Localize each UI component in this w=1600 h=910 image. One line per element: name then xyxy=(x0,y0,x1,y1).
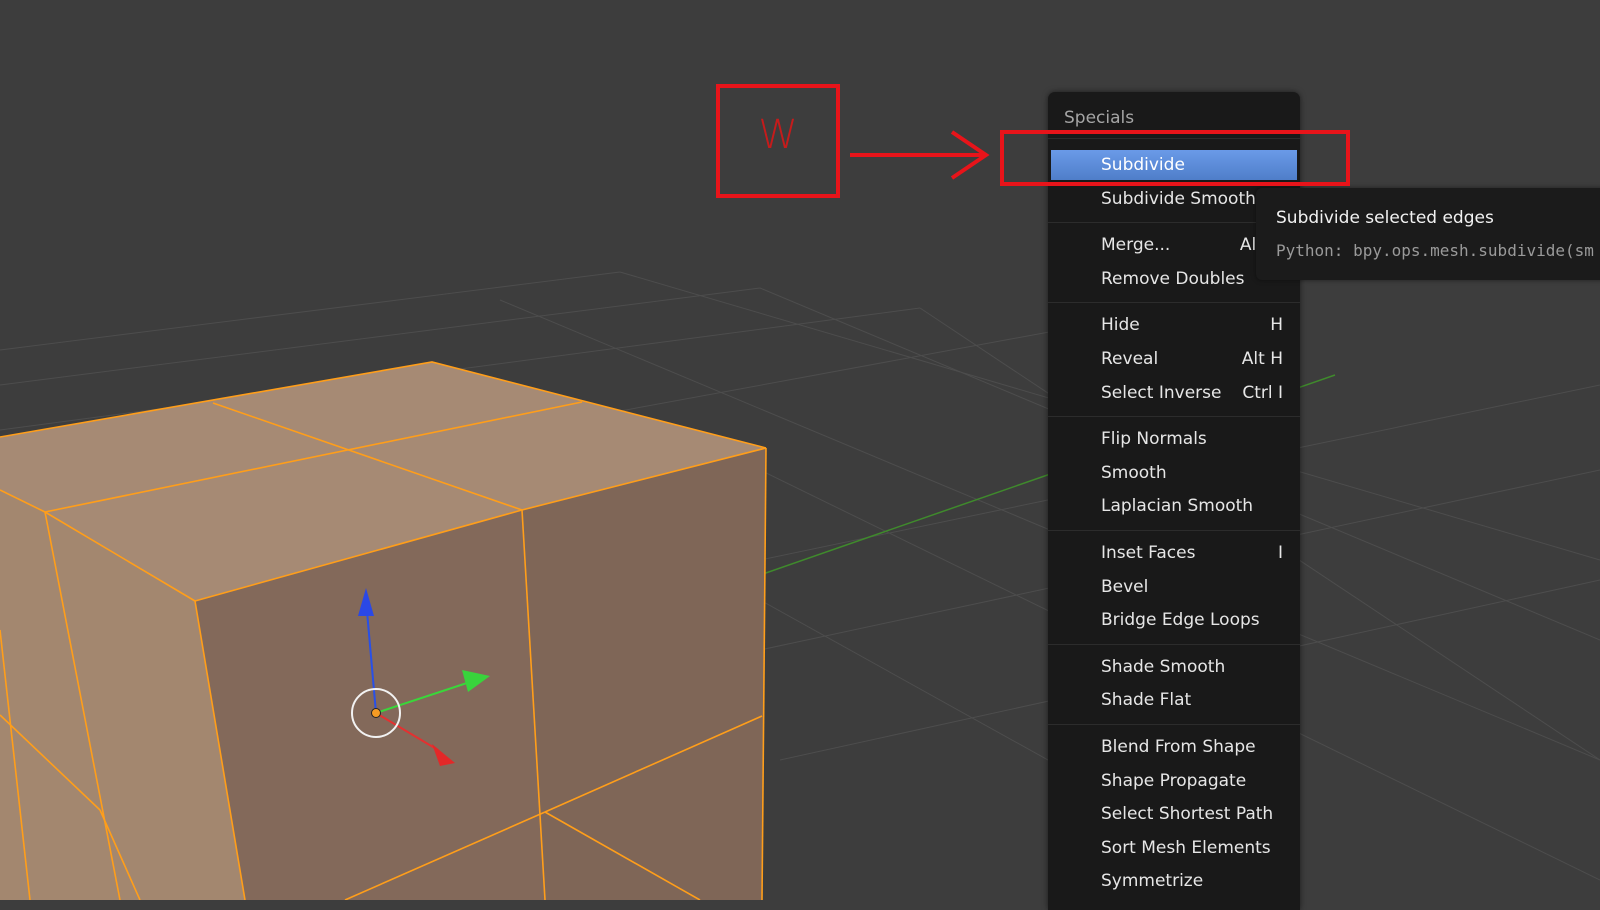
menu-item-label: Symmetrize xyxy=(1101,871,1204,892)
menu-item-shade-smooth[interactable]: Shade Smooth xyxy=(1051,652,1297,682)
menu-item-blend-from-shape[interactable]: Blend From Shape xyxy=(1051,732,1297,762)
menu-separator xyxy=(1048,416,1300,418)
menu-item-sort-mesh-elements[interactable]: Sort Mesh Elements xyxy=(1051,833,1297,863)
menu-item-reveal[interactable]: Reveal Alt H xyxy=(1051,344,1297,374)
menu-item-shade-flat[interactable]: Shade Flat xyxy=(1051,685,1297,715)
menu-item-label: Shape Propagate xyxy=(1101,770,1247,791)
annotation-key-label: W xyxy=(758,112,798,158)
menu-item-label: Bridge Edge Loops xyxy=(1101,610,1260,631)
menu-item-shortcut: Alt H xyxy=(1241,349,1283,369)
menu-item-label: Hide xyxy=(1101,315,1140,336)
menu-item-hide[interactable]: Hide H xyxy=(1051,310,1297,340)
menu-title: Specials xyxy=(1064,108,1135,128)
menu-item-shortcut: Ctrl I xyxy=(1242,382,1283,403)
menu-item-label: Merge... xyxy=(1101,235,1171,256)
menu-item-smooth[interactable]: Smooth xyxy=(1051,458,1297,488)
menu-separator xyxy=(1048,530,1300,531)
cube-mesh[interactable] xyxy=(0,361,767,900)
menu-item-shortcut: H xyxy=(1270,315,1283,336)
tooltip: Subdivide selected edges Python: bpy.ops… xyxy=(1256,188,1600,280)
menu-item-laplacian-smooth[interactable]: Laplacian Smooth xyxy=(1051,491,1297,521)
menu-item-label: Reveal xyxy=(1101,349,1159,369)
menu-item-label: Inset Faces xyxy=(1101,543,1196,563)
menu-item-label: Smooth xyxy=(1101,462,1167,483)
menu-item-shape-propagate[interactable]: Shape Propagate xyxy=(1051,766,1297,796)
menu-item-select-inverse[interactable]: Select Inverse Ctrl I xyxy=(1051,378,1297,408)
menu-item-label: Remove Doubles xyxy=(1101,268,1245,289)
menu-item-bridge-edge-loops[interactable]: Bridge Edge Loops xyxy=(1051,605,1297,635)
tooltip-python-path: Python: bpy.ops.mesh.subdivide(sm xyxy=(1276,241,1594,260)
menu-item-flip-normals[interactable]: Flip Normals xyxy=(1051,424,1297,454)
menu-item-label: Subdivide Smooth xyxy=(1101,188,1256,209)
menu-separator xyxy=(1048,302,1300,304)
annotation-highlight-box xyxy=(1000,130,1350,186)
menu-separator xyxy=(1048,643,1300,645)
menu-item-label: Laplacian Smooth xyxy=(1101,496,1254,517)
menu-item-label: Bevel xyxy=(1101,576,1149,597)
menu-item-label: Shade Smooth xyxy=(1101,656,1226,677)
menu-item-label: Flip Normals xyxy=(1101,429,1207,450)
menu-separator xyxy=(1048,724,1300,725)
tooltip-title: Subdivide selected edges xyxy=(1276,208,1494,228)
menu-item-label: Sort Mesh Elements xyxy=(1101,837,1271,858)
menu-item-inset-faces[interactable]: Inset Faces I xyxy=(1051,538,1297,568)
menu-item-label: Shade Flat xyxy=(1101,690,1192,711)
menu-item-shortcut: I xyxy=(1277,543,1283,563)
cube-side-face xyxy=(522,448,766,900)
object-origin-icon xyxy=(371,708,381,718)
menu-item-label: Blend From Shape xyxy=(1101,737,1256,757)
menu-item-bevel[interactable]: Bevel xyxy=(1051,572,1297,602)
menu-item-label: Select Inverse xyxy=(1101,382,1222,403)
menu-item-select-shortest-path[interactable]: Select Shortest Path xyxy=(1051,799,1297,829)
menu-item-label: Select Shortest Path xyxy=(1101,804,1274,825)
annotation-arrow-icon xyxy=(850,130,990,180)
menu-item-symmetrize[interactable]: Symmetrize xyxy=(1051,866,1297,896)
